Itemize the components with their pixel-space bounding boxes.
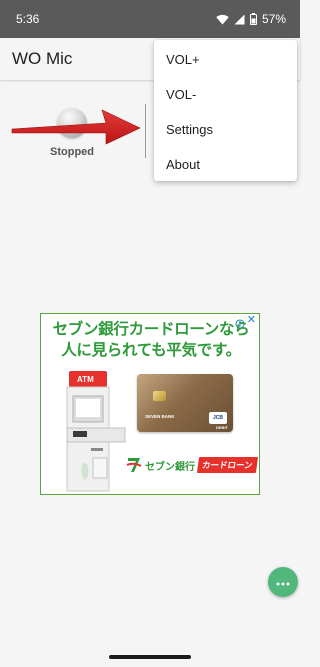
signal-icon [234,14,245,25]
battery-percent: 57% [261,12,286,26]
seven-bank-logo-icon [126,458,142,472]
app-title: WO Mic [12,49,73,68]
ad-brand-row: セブン銀行 カードローン [126,456,258,474]
card-chip [153,391,166,401]
more-dots-icon [276,573,290,591]
ad-banner[interactable]: ✕ セブン銀行カードローンなら 人に見られても平気です。 ATM SEVEN B… [40,313,260,495]
menu-item-settings[interactable]: Settings [154,112,297,147]
menu-item-vol-up[interactable]: VOL+ [154,42,297,77]
status-bar: 5:36 57% [0,0,300,38]
ad-headline: セブン銀行カードローンなら 人に見られても平気です。 [41,319,259,361]
atm-machine-image: ATM [66,371,126,492]
battery-icon [249,13,257,25]
atm-sign-label: ATM [77,375,94,384]
gesture-handle[interactable] [109,655,191,659]
card-type-label: DEBIT [216,425,228,430]
ad-brand-tag: カードローン [196,457,258,473]
status-time: 5:36 [16,12,40,26]
status-icons: 57% [216,12,286,26]
ad-headline-line2: 人に見られても平気です。 [61,342,241,359]
ad-brand-name: セブン銀行 [145,461,195,473]
overflow-menu: VOL+ VOL- Settings About [154,40,297,181]
menu-item-about[interactable]: About [154,147,297,182]
card-brand-logo: JCB [209,412,227,424]
ad-headline-line1: セブン銀行カードローンなら [52,321,250,338]
menu-item-vol-down[interactable]: VOL- [154,77,297,112]
navigation-bar [0,642,300,667]
red-arrow-annotation [11,109,141,145]
chat-fab-button[interactable] [268,567,298,597]
debit-card-image: SEVEN BANK JCB DEBIT [137,374,233,432]
divider-line [145,104,146,158]
card-bank-label: SEVEN BANK [145,414,175,419]
wifi-icon [216,14,229,25]
